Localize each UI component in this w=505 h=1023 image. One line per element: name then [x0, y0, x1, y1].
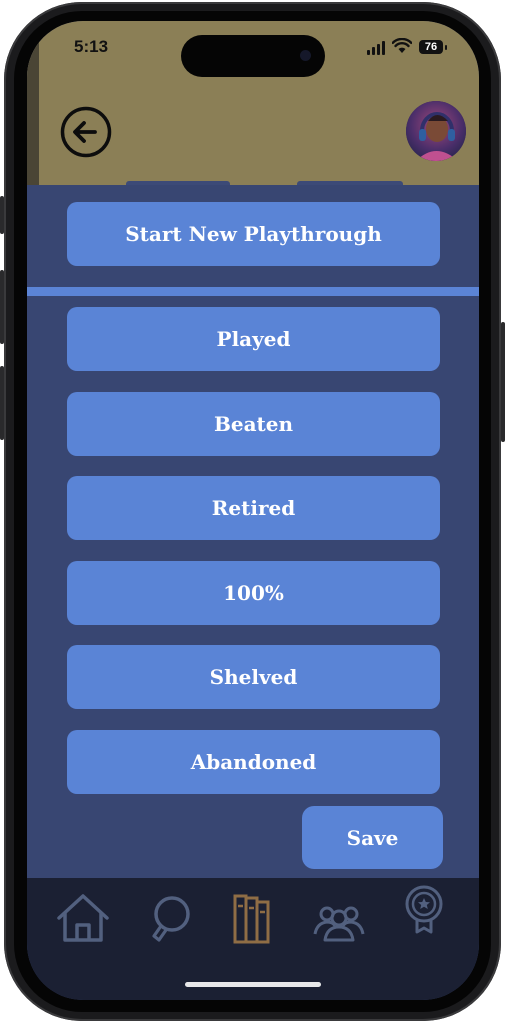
battery-tip [445, 45, 447, 50]
status-retired-button[interactable]: Retired [67, 476, 440, 540]
home-indicator[interactable] [185, 982, 321, 987]
award-badge-icon[interactable] [394, 880, 454, 940]
library-books-icon[interactable] [225, 888, 285, 948]
battery-indicator: 76 [419, 40, 443, 54]
status-beaten-button[interactable]: Beaten [67, 392, 440, 456]
status-100-percent-button[interactable]: 100% [67, 561, 440, 625]
status-bar: 5:13 76 [27, 21, 479, 77]
friends-group-icon[interactable] [309, 888, 369, 948]
user-avatar[interactable] [406, 101, 466, 161]
cellular-signal-icon [367, 41, 387, 55]
volume-up-button [0, 270, 4, 344]
status-played-button[interactable]: Played [67, 307, 440, 371]
start-new-playthrough-button[interactable]: Start New Playthrough [67, 202, 440, 266]
sheet-divider [27, 287, 479, 296]
save-button[interactable]: Save [302, 806, 443, 869]
status-shelved-button[interactable]: Shelved [67, 645, 440, 709]
status-time: 5:13 [74, 37, 109, 56]
volume-down-button [0, 366, 4, 440]
screen: 5:13 76 Start New Playthrough Played Bea… [27, 21, 479, 1000]
search-icon[interactable] [140, 888, 200, 948]
status-abandoned-button[interactable]: Abandoned [67, 730, 440, 794]
power-button [501, 322, 505, 442]
back-button[interactable] [60, 106, 112, 158]
action-button [0, 196, 4, 234]
dynamic-island [181, 35, 325, 77]
home-icon[interactable] [53, 888, 113, 948]
wifi-icon [392, 38, 412, 53]
camera-icon [300, 50, 311, 61]
avatar-image [406, 101, 466, 161]
